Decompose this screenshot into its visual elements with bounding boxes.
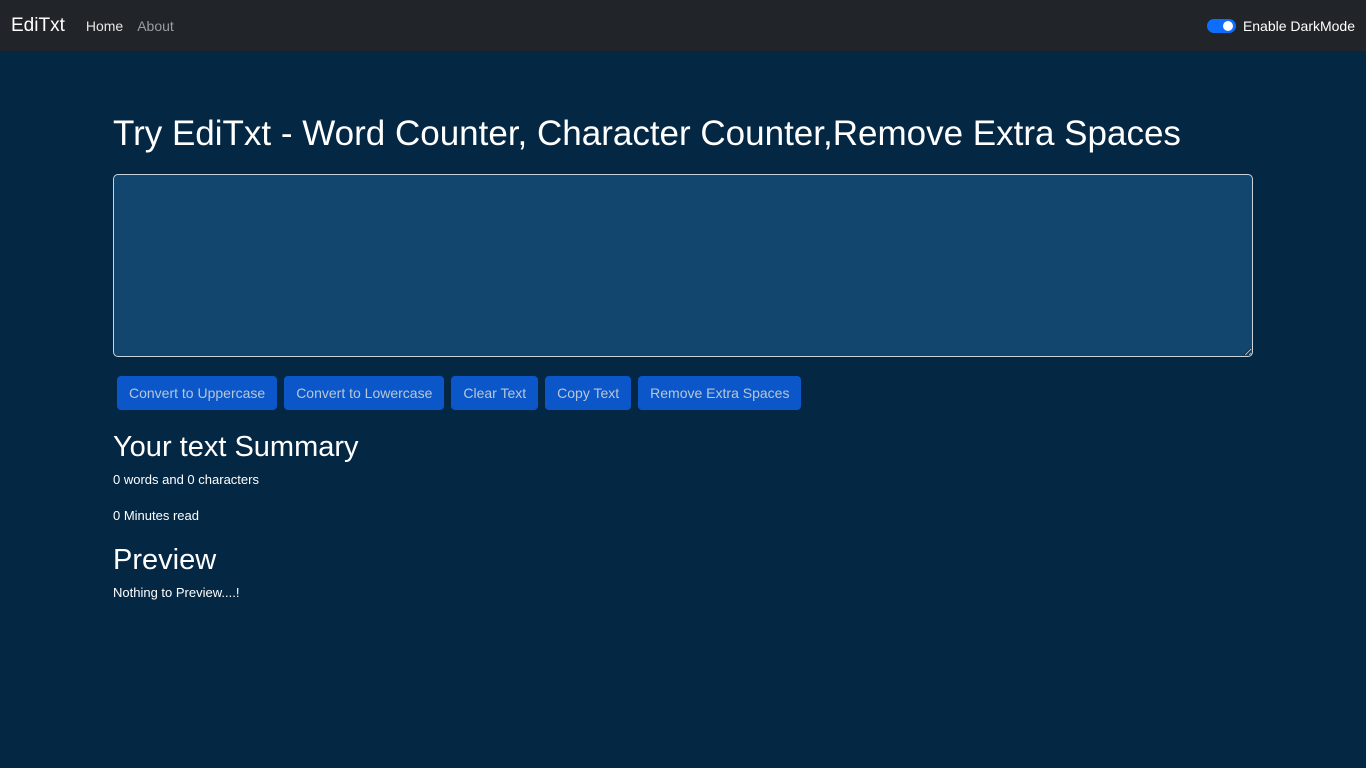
copy-text-button[interactable]: Copy Text: [545, 376, 632, 410]
summary-title: Your text Summary: [113, 431, 359, 463]
lowercase-button[interactable]: Convert to Lowercase: [284, 376, 445, 410]
clear-text-button[interactable]: Clear Text: [451, 376, 539, 410]
page-title: Try EdiTxt - Word Counter, Character Cou…: [113, 114, 1181, 153]
preview-text: Nothing to Preview....!: [113, 585, 240, 600]
brand-link[interactable]: EdiTxt: [11, 15, 65, 37]
navbar: EdiTxt Home About Enable DarkMode: [0, 0, 1366, 51]
action-buttons: Convert to Uppercase Convert to Lowercas…: [117, 376, 1253, 410]
darkmode-switch[interactable]: [1206, 18, 1236, 33]
preview-title: Preview: [113, 544, 217, 576]
text-input[interactable]: [113, 174, 1253, 357]
nav-link-home[interactable]: Home: [86, 18, 123, 34]
main-container: Try EdiTxt - Word Counter, Character Cou…: [113, 51, 1253, 603]
read-time: 0 Minutes read: [113, 508, 199, 523]
darkmode-label[interactable]: Enable DarkMode: [1243, 18, 1355, 34]
switch-knob: [1222, 20, 1233, 31]
nav-link-about[interactable]: About: [137, 18, 174, 34]
remove-spaces-button[interactable]: Remove Extra Spaces: [638, 376, 802, 410]
word-char-count: 0 words and 0 characters: [113, 472, 259, 487]
uppercase-button[interactable]: Convert to Uppercase: [117, 376, 278, 410]
darkmode-toggle-group: Enable DarkMode: [1206, 0, 1355, 51]
